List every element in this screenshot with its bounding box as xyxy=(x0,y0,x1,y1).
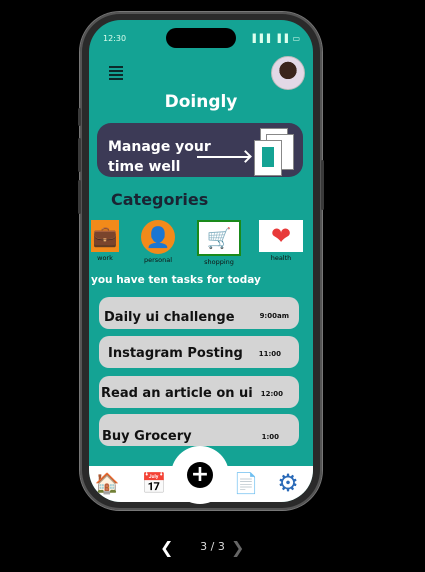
category-health[interactable]: ❤ health xyxy=(259,220,303,262)
document-icon[interactable]: 📄 xyxy=(233,470,259,496)
phone-screen: 12:30 ▐▐▐ ▐▐ ▭ Doingly Manage your time … xyxy=(89,20,313,502)
task-time: 12:00 xyxy=(260,390,283,398)
categories-row: 💼 work 👤 personal 🛒 shopping ❤ health xyxy=(89,220,313,270)
cart-icon: 🛒 xyxy=(197,220,241,256)
status-time: 12:30 xyxy=(103,34,127,43)
add-icon: + xyxy=(187,462,213,488)
person-icon: 👤 xyxy=(141,220,175,254)
arrow-right-icon xyxy=(197,156,249,158)
category-shopping[interactable]: 🛒 shopping xyxy=(197,220,241,266)
home-icon[interactable]: 🏠 xyxy=(94,470,120,496)
task-name: Buy Grocery xyxy=(102,429,192,444)
settings-icon[interactable]: ⚙ xyxy=(275,469,301,497)
chevron-left-icon[interactable]: ❮ xyxy=(160,538,173,557)
avatar[interactable] xyxy=(271,56,305,90)
phone-volume-down-button xyxy=(78,180,81,214)
category-label: personal xyxy=(143,256,173,264)
category-work[interactable]: 💼 work xyxy=(91,220,119,262)
status-icons: ▐▐▐ ▐▐ ▭ xyxy=(249,34,301,43)
motivation-banner[interactable]: Manage your time well xyxy=(97,123,303,177)
task-item[interactable]: Instagram Posting 11:00 xyxy=(99,336,299,368)
task-time: 1:00 xyxy=(261,433,279,441)
task-item[interactable]: Daily ui challenge 9:00am xyxy=(99,297,299,329)
categories-title: Categories xyxy=(111,190,209,209)
task-name: Instagram Posting xyxy=(108,346,243,361)
phone-volume-up-button xyxy=(78,138,81,172)
add-task-button[interactable]: + xyxy=(171,446,229,504)
task-item[interactable]: Buy Grocery 1:00 xyxy=(99,414,299,446)
calendar-icon[interactable]: 📅 xyxy=(141,470,167,496)
status-bar: 12:30 ▐▐▐ ▐▐ ▭ xyxy=(103,34,301,46)
pager: ❮ 3 / 3 ❯ xyxy=(0,538,425,557)
hamburger-menu-icon[interactable] xyxy=(109,66,123,80)
category-label: shopping xyxy=(204,258,234,266)
phone-side-button xyxy=(78,108,81,126)
app-title: Doingly xyxy=(164,92,238,112)
chevron-right-icon[interactable]: ❯ xyxy=(231,538,244,557)
category-label: work xyxy=(97,254,113,262)
task-name: Read an article on ui xyxy=(101,386,253,401)
category-label: health xyxy=(270,254,292,262)
phone-power-button xyxy=(321,160,324,210)
task-time: 9:00am xyxy=(259,312,289,320)
heart-icon: ❤ xyxy=(259,220,303,252)
page-indicator: 3 / 3 xyxy=(200,540,225,553)
tasks-summary: you have ten tasks for today xyxy=(91,274,261,286)
task-item[interactable]: Read an article on ui 12:00 xyxy=(99,376,299,408)
category-personal[interactable]: 👤 personal xyxy=(141,220,175,264)
task-time: 11:00 xyxy=(258,350,281,358)
task-name: Daily ui challenge xyxy=(104,310,235,325)
briefcase-icon: 💼 xyxy=(91,220,119,252)
documents-icon xyxy=(254,126,304,176)
